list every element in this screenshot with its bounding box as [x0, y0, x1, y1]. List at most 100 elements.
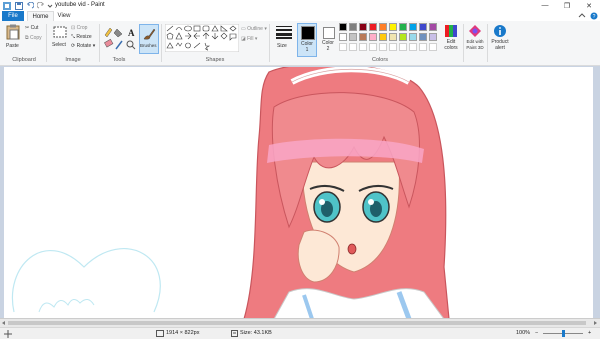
crop-button[interactable]: ⊡ Crop — [71, 25, 87, 31]
divider — [269, 24, 270, 62]
palette-swatch[interactable] — [379, 33, 387, 41]
palette-swatch[interactable] — [359, 23, 367, 31]
paint-app-icon — [3, 1, 11, 10]
color2-button[interactable]: Color 2 — [319, 23, 339, 57]
image-group-label: Image — [65, 57, 81, 63]
custom-color-slot[interactable] — [339, 43, 347, 51]
scrollbar-thumb[interactable] — [8, 321, 586, 325]
palette-swatch[interactable] — [349, 23, 357, 31]
palette-swatch[interactable] — [399, 33, 407, 41]
palette-swatch[interactable] — [339, 23, 347, 31]
zoom-in-button[interactable]: + — [588, 329, 591, 338]
brushes-button[interactable]: Brushes — [139, 24, 159, 54]
palette-swatch[interactable] — [419, 33, 427, 41]
divider — [487, 24, 488, 62]
edit-colors-button[interactable]: Edit colors — [441, 24, 461, 56]
fill-icon — [113, 28, 123, 38]
text-icon: A — [128, 28, 135, 38]
palette-swatch[interactable] — [379, 23, 387, 31]
custom-color-slot[interactable] — [359, 43, 367, 51]
zoom-slider[interactable] — [543, 330, 583, 337]
palette-swatch[interactable] — [409, 23, 417, 31]
cut-button[interactable]: ✂ Cut — [25, 25, 38, 31]
select-label: Select — [52, 42, 66, 48]
palette-swatch[interactable] — [389, 23, 397, 31]
brush-icon — [143, 28, 156, 40]
copy-label: Copy — [29, 35, 42, 41]
color1-button[interactable]: Color 1 — [297, 23, 317, 57]
maximize-button[interactable]: ❐ — [556, 0, 578, 11]
pencil-icon — [104, 27, 113, 38]
close-button[interactable]: ✕ — [578, 0, 600, 11]
custom-color-slot[interactable] — [429, 43, 437, 51]
resize-button[interactable]: ⤡ Resize — [71, 34, 92, 40]
custom-color-slot[interactable] — [349, 43, 357, 51]
help-icon[interactable]: ? — [590, 12, 598, 20]
palette-swatch[interactable] — [389, 33, 397, 41]
edit-colors-label-2: colors — [444, 45, 458, 51]
paste-button[interactable]: Paste — [3, 24, 23, 54]
fill-label: Fill — [247, 36, 254, 42]
outline-dropdown[interactable]: ▭ Outline ▾ — [241, 26, 267, 32]
minimize-button[interactable]: — — [534, 0, 556, 11]
ribbon: Paste ✂ Cut ⧉ Copy Clipboard Select ⊡ Cr… — [0, 21, 600, 66]
eraser-icon — [104, 38, 114, 48]
mouth — [347, 243, 357, 255]
custom-color-slot[interactable] — [369, 43, 377, 51]
drawing-canvas[interactable] — [4, 67, 593, 319]
tab-view[interactable]: View — [54, 11, 74, 21]
size-button[interactable]: Size — [273, 24, 295, 56]
palette-swatch[interactable] — [399, 23, 407, 31]
svg-text:?: ? — [593, 14, 596, 20]
divider — [161, 24, 162, 62]
info-icon — [494, 25, 506, 37]
paste-label: Paste — [6, 43, 19, 49]
fill-dropdown[interactable]: ◪ Fill ▾ — [241, 36, 257, 42]
palette-swatch[interactable] — [419, 23, 427, 31]
shapes-gallery[interactable] — [165, 24, 239, 52]
palette-swatch[interactable] — [409, 33, 417, 41]
zoom-out-button[interactable]: − — [535, 329, 538, 338]
rotate-button[interactable]: ⟳ Rotate ▾ — [71, 43, 95, 49]
customize-chevron-icon[interactable] — [47, 2, 53, 10]
right-eye-shine — [368, 199, 374, 205]
custom-color-slot[interactable] — [419, 43, 427, 51]
window-title: youtube vid - Paint — [55, 2, 105, 8]
shapes-group-label: Shapes — [205, 57, 225, 63]
custom-color-slot[interactable] — [389, 43, 397, 51]
scroll-right-icon[interactable] — [592, 320, 598, 326]
heart-sketch — [11, 248, 161, 313]
undo-icon[interactable] — [26, 1, 34, 10]
scroll-left-icon[interactable] — [1, 320, 7, 326]
custom-color-slot[interactable] — [409, 43, 417, 51]
paint3d-label-2: Paint 3D — [466, 45, 484, 50]
collapse-ribbon-icon[interactable] — [578, 13, 586, 19]
paint3d-label: Edit with — [466, 39, 484, 44]
file-size: Size: 43.1KB — [240, 330, 272, 336]
zoom-thumb[interactable] — [562, 330, 565, 337]
save-icon[interactable] — [15, 1, 23, 10]
color1-swatch — [301, 26, 315, 40]
custom-color-slot[interactable] — [399, 43, 407, 51]
palette-swatch[interactable] — [359, 33, 367, 41]
color1-number: 1 — [305, 47, 309, 53]
title-bar: youtube vid - Paint — ❐ ✕ — [0, 0, 600, 11]
palette-swatch[interactable] — [369, 33, 377, 41]
copy-button[interactable]: ⧉ Copy — [25, 35, 42, 41]
tab-file[interactable]: File — [2, 11, 24, 21]
image-dimensions-icon — [156, 330, 164, 337]
custom-color-slot[interactable] — [379, 43, 387, 51]
edit-with-paint3d-button[interactable]: Edit with Paint 3D — [464, 24, 486, 56]
product-alert-label-2: alert — [495, 45, 505, 51]
paint3d-icon — [469, 25, 481, 37]
palette-swatch[interactable] — [339, 33, 347, 41]
status-bar: 1914 × 822px Size: 43.1KB 100% − + — [0, 327, 600, 339]
redo-icon[interactable] — [37, 1, 45, 10]
palette-swatch[interactable] — [429, 23, 437, 31]
product-alert-button[interactable]: Product alert — [489, 24, 511, 56]
magnifier-icon — [126, 40, 136, 50]
palette-swatch[interactable] — [369, 23, 377, 31]
palette-swatch[interactable] — [429, 33, 437, 41]
select-button[interactable]: Select — [50, 24, 70, 54]
palette-swatch[interactable] — [349, 33, 357, 41]
